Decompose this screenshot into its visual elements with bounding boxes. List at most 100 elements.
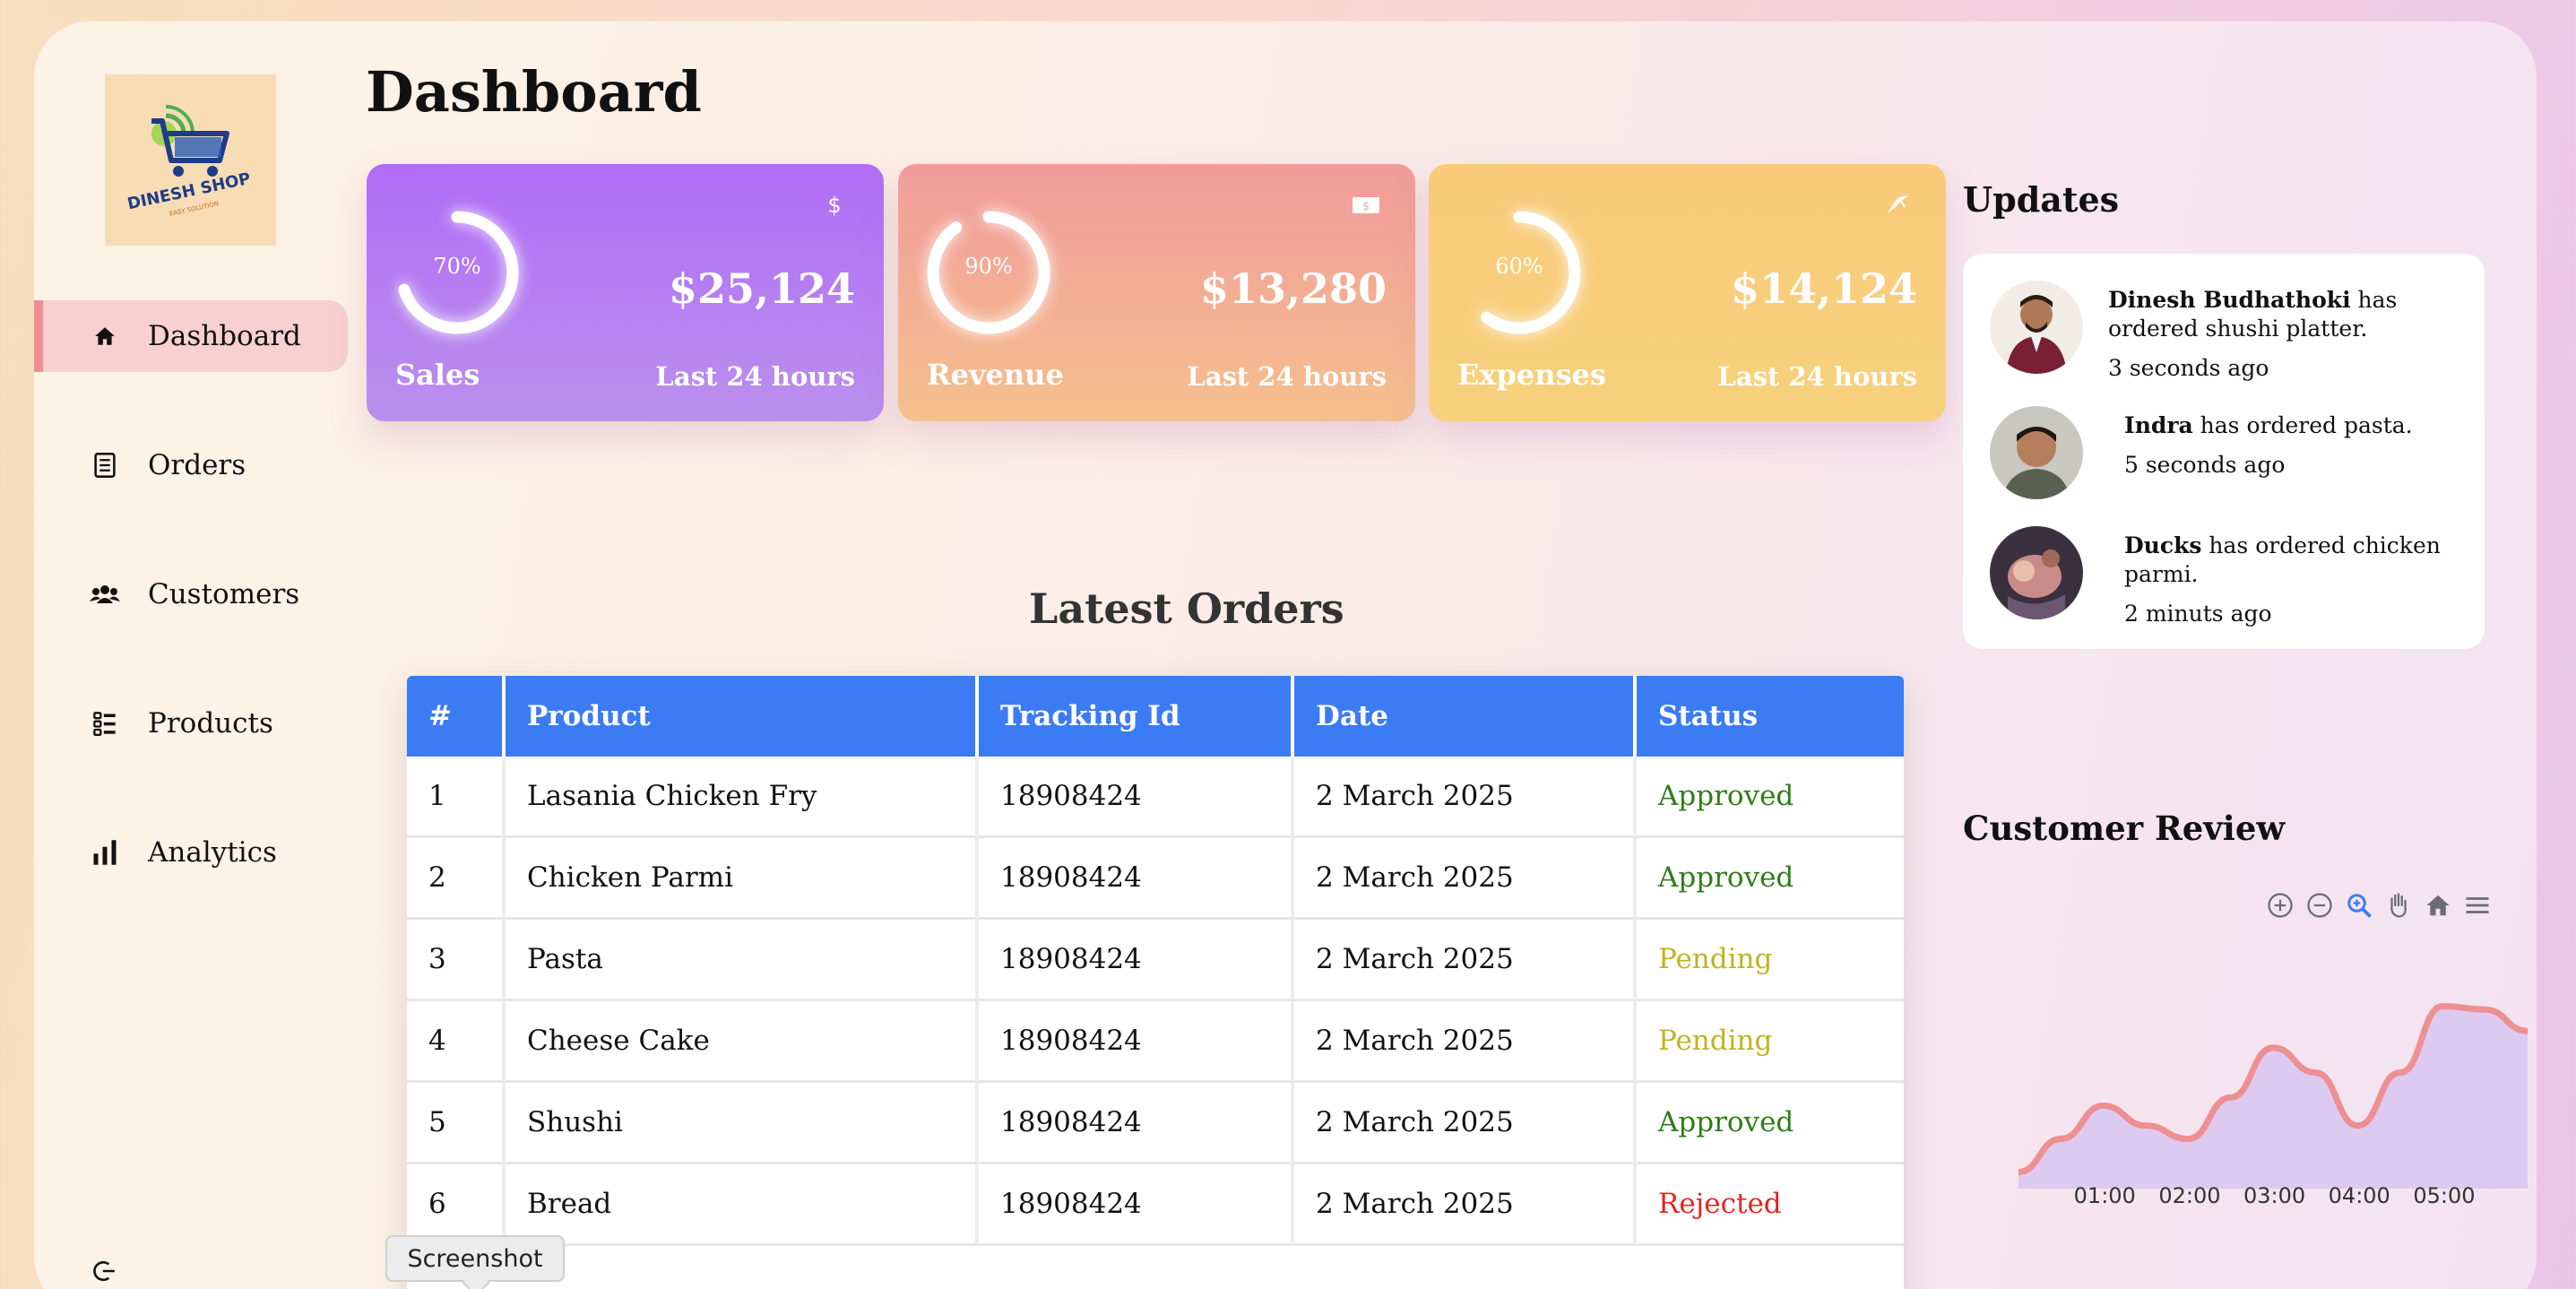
status-badge: Pending xyxy=(1637,1001,1904,1083)
table-row[interactable]: 3 Pasta 18908424 2 March 2025 Pending xyxy=(407,920,1904,1001)
money-bill-icon: $ xyxy=(1351,191,1381,218)
status-badge: Pending xyxy=(1637,920,1904,1001)
revenue-amount: $13,280 xyxy=(1199,264,1387,313)
magnifier-icon[interactable] xyxy=(2343,889,2375,921)
tracking-id: 18908424 xyxy=(979,838,1294,920)
tracking-id: 18908424 xyxy=(979,920,1294,1001)
avatar xyxy=(1990,406,2083,499)
clipboard-outline-icon xyxy=(1881,191,1912,218)
brand-logo: DINESH SHOP EASY SOLUTION xyxy=(105,74,276,246)
avatar xyxy=(1990,281,2083,374)
table-header-row: # Product Tracking Id Date Status xyxy=(407,676,1904,757)
order-date: 2 March 2025 xyxy=(1294,920,1637,1001)
x-tick-label: 03:00 xyxy=(2243,1183,2306,1208)
sidebar-item-label: Dashboard xyxy=(148,320,301,352)
expenses-card[interactable]: 60% $14,124 Expenses Last 24 hours xyxy=(1429,164,1946,421)
svg-text:$: $ xyxy=(827,193,841,218)
update-customer-name: Ducks xyxy=(2124,532,2202,558)
column-header-number[interactable]: # xyxy=(407,676,506,757)
product-name: Shushi xyxy=(506,1083,979,1164)
x-tick-label: 04:00 xyxy=(2328,1183,2390,1208)
tracking-id: 18908424 xyxy=(979,1164,1294,1246)
column-header-product[interactable]: Product xyxy=(506,676,979,757)
sales-card[interactable]: 70% $ $25,124 Sales Last 24 hours xyxy=(367,164,884,421)
screenshot-tooltip: Screenshot xyxy=(385,1235,565,1282)
table-row[interactable]: 1 Lasania Chicken Fry 18908424 2 March 2… xyxy=(407,757,1904,838)
status-badge: Rejected xyxy=(1637,1164,1904,1246)
chart-toolbar xyxy=(2264,887,2515,923)
sidebar-item-analytics[interactable]: Analytics xyxy=(34,817,348,888)
column-header-status[interactable]: Status xyxy=(1637,676,1904,757)
row-number: 5 xyxy=(407,1083,506,1164)
sales-percent: 70% xyxy=(433,254,481,279)
sidebar-item-label: Analytics xyxy=(148,836,277,869)
logout-icon[interactable] xyxy=(93,1259,120,1286)
clipboard-icon xyxy=(90,450,120,480)
pan-hand-icon[interactable] xyxy=(2382,889,2415,921)
sidebar-item-products[interactable]: Products xyxy=(34,688,348,759)
latest-orders-title: Latest Orders xyxy=(1029,584,1344,633)
update-time: 2 minuts ago xyxy=(2124,601,2272,627)
order-date: 2 March 2025 xyxy=(1294,1001,1637,1083)
x-tick-label: 05:00 xyxy=(2413,1183,2476,1208)
row-number: 2 xyxy=(407,838,506,920)
row-number: 6 xyxy=(407,1164,506,1246)
avatar xyxy=(1990,526,2083,619)
revenue-period: Last 24 hours xyxy=(1187,361,1387,392)
orders-table: # Product Tracking Id Date Status 1 Lasa… xyxy=(407,676,1904,1289)
revenue-card[interactable]: 90% $ $13,280 Revenue Last 24 hours xyxy=(898,164,1415,421)
column-header-tracking-id[interactable]: Tracking Id xyxy=(979,676,1294,757)
page-title: Dashboard xyxy=(366,59,702,125)
expenses-period: Last 24 hours xyxy=(1717,361,1917,392)
tracking-id: 18908424 xyxy=(979,757,1294,838)
customer-review-title: Customer Review xyxy=(1963,809,2286,848)
order-date: 2 March 2025 xyxy=(1294,1083,1637,1164)
row-number: 4 xyxy=(407,1001,506,1083)
updates-panel: Dinesh Budhathoki has ordered shushi pla… xyxy=(1963,254,2485,649)
sidebar-item-label: Products xyxy=(148,707,273,740)
expenses-amount: $14,124 xyxy=(1730,264,1917,313)
zoom-in-icon[interactable] xyxy=(2264,889,2296,921)
product-name: Chicken Parmi xyxy=(506,838,979,920)
bar-chart-icon xyxy=(90,837,120,868)
expenses-percent: 60% xyxy=(1495,254,1543,279)
update-time: 3 seconds ago xyxy=(2108,355,2269,381)
sales-amount: $25,124 xyxy=(668,264,855,313)
update-customer-name: Indra xyxy=(2124,412,2193,438)
users-icon xyxy=(90,579,120,610)
home-icon[interactable] xyxy=(2422,889,2454,921)
sidebar-item-customers[interactable]: Customers xyxy=(34,558,348,630)
zoom-out-icon[interactable] xyxy=(2304,889,2336,921)
tracking-id: 18908424 xyxy=(979,1083,1294,1164)
app-window: DINESH SHOP EASY SOLUTION Dashboard Orde… xyxy=(34,22,2537,1289)
row-number: 1 xyxy=(407,757,506,838)
table-row[interactable]: 5 Shushi 18908424 2 March 2025 Approved xyxy=(407,1083,1904,1164)
column-header-date[interactable]: Date xyxy=(1294,676,1637,757)
revenue-percent: 90% xyxy=(964,254,1013,279)
update-time: 5 seconds ago xyxy=(2124,452,2286,478)
review-area-fill xyxy=(2018,1006,2528,1189)
update-customer-name: Dinesh Budhathoki xyxy=(2108,287,2351,313)
sidebar-item-dashboard[interactable]: Dashboard xyxy=(34,300,348,372)
product-name: Bread xyxy=(506,1164,979,1246)
order-date: 2 March 2025 xyxy=(1294,838,1637,920)
update-message: has ordered pasta. xyxy=(2192,412,2413,438)
sidebar-item-label: Orders xyxy=(148,449,246,481)
revenue-label: Revenue xyxy=(927,358,1064,392)
table-row[interactable]: 2 Chicken Parmi 18908424 2 March 2025 Ap… xyxy=(407,838,1904,920)
table-row[interactable]: 4 Cheese Cake 18908424 2 March 2025 Pend… xyxy=(407,1001,1904,1083)
status-badge: Approved xyxy=(1637,757,1904,838)
updates-title: Updates xyxy=(1963,179,2120,220)
product-name: Cheese Cake xyxy=(506,1001,979,1083)
order-date: 2 March 2025 xyxy=(1294,757,1637,838)
order-date: 2 March 2025 xyxy=(1294,1164,1637,1246)
table-row[interactable]: 6 Bread 18908424 2 March 2025 Rejected xyxy=(407,1164,1904,1246)
menu-icon[interactable] xyxy=(2461,889,2494,921)
row-number: 3 xyxy=(407,920,506,1001)
sales-label: Sales xyxy=(395,358,480,392)
expenses-label: Expenses xyxy=(1457,358,1606,392)
dollar-icon: $ xyxy=(819,191,850,218)
sidebar-item-orders[interactable]: Orders xyxy=(34,429,348,501)
product-name: Pasta xyxy=(506,920,979,1001)
tracking-id: 18908424 xyxy=(979,1001,1294,1083)
